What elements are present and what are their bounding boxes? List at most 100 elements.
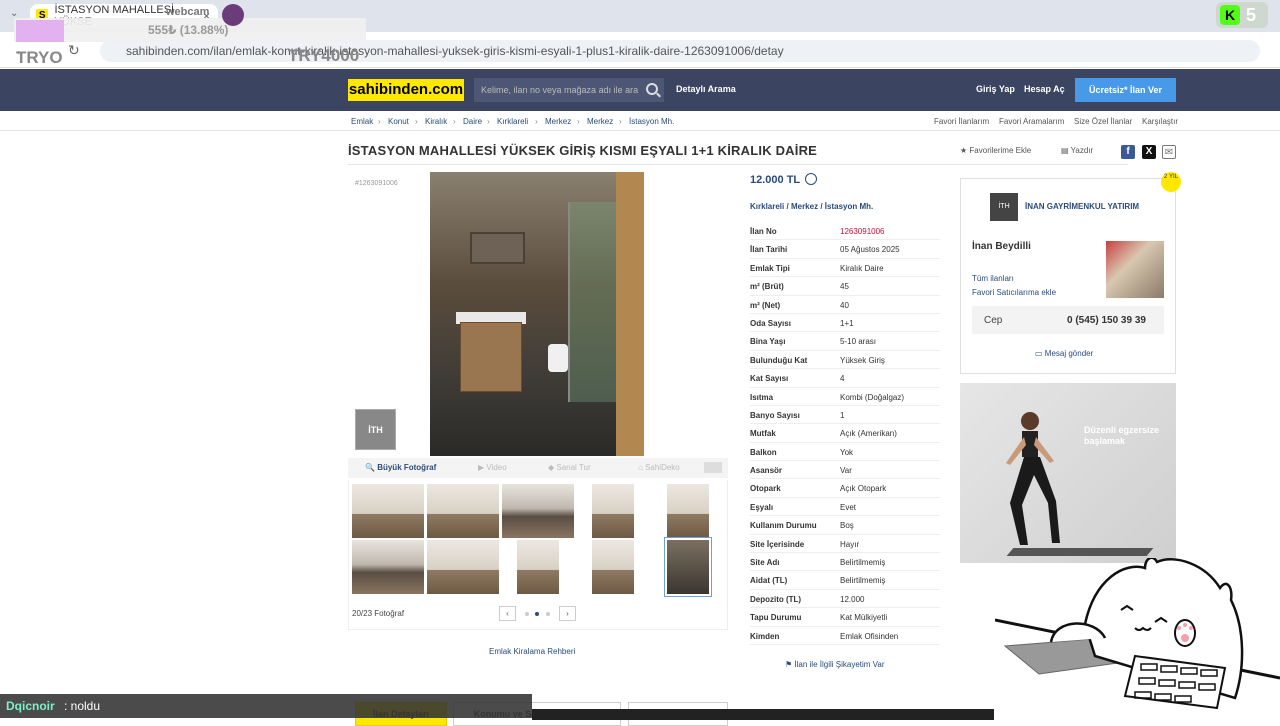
favorite-seller-link[interactable]: Favori Satıcılarıma ekle [972, 288, 1056, 297]
thumbnail[interactable] [502, 484, 574, 538]
thumbnail[interactable] [517, 540, 559, 594]
print-link[interactable]: ▤ Yazdır [1061, 146, 1093, 155]
kick-icon: K [1220, 5, 1240, 25]
complaint-link[interactable]: ⚑ İlan ile İlgili Şikayetim Var [785, 660, 885, 669]
viewer-count: 5 [1246, 4, 1257, 25]
thumbnail[interactable] [592, 484, 634, 538]
photo-shower-glass [568, 202, 618, 402]
ad-banner[interactable]: Düzenli egzersize başlamak [960, 383, 1176, 563]
table-row: Kimden Emlak Ofisinden [750, 627, 940, 645]
table-row: Kullanım Durumu Boş [750, 516, 940, 535]
breadcrumb-item[interactable]: Merkez [587, 117, 613, 126]
breadcrumb-item[interactable]: Emlak [351, 117, 373, 126]
compare-link[interactable]: Karşılaştır [1142, 117, 1178, 126]
search-icon[interactable] [646, 83, 658, 95]
seller-photo [1106, 241, 1164, 298]
breadcrumb-separator: › [415, 117, 418, 126]
location-district[interactable]: Merkez [791, 202, 818, 211]
seller-logo[interactable]: İTH [990, 193, 1018, 221]
table-row: Eşyalı Evet [750, 498, 940, 517]
pager-dot[interactable] [525, 612, 529, 616]
prev-photo-button[interactable]: ‹ [499, 606, 516, 621]
detail-value: Emlak Ofisinden [840, 631, 899, 641]
photo-mirror [470, 232, 525, 264]
thumbnail[interactable] [352, 540, 424, 594]
goal-text: 555₺ (13.88%) [148, 23, 229, 37]
thumbnail-selected[interactable] [664, 537, 712, 597]
detail-value: Yüksek Giriş [840, 355, 885, 365]
goal-end-label: TRY4000 [288, 46, 360, 65]
breadcrumb-item[interactable]: Kırklareli [497, 117, 528, 126]
membership-badge: 2 YIL [1161, 172, 1181, 192]
breadcrumb-item[interactable]: Kiralık [425, 117, 447, 126]
favorite-searches-link[interactable]: Favori Aramalarım [999, 117, 1064, 126]
email-share-icon[interactable]: ✉ [1162, 145, 1176, 159]
detail-value: Belirtilmemiş [840, 558, 886, 568]
reload-icon[interactable]: ↻ [68, 42, 80, 59]
thumbnail[interactable] [427, 484, 499, 538]
goal-progress-fill [16, 20, 64, 42]
thumbnail[interactable] [352, 484, 424, 538]
thumbnail-grid [348, 480, 728, 630]
pager-dot-active[interactable] [535, 612, 539, 616]
detail-key: Kimden [750, 631, 780, 641]
site-logo[interactable]: sahibinden.com [348, 79, 464, 101]
print-label: Yazdır [1070, 146, 1094, 155]
x-twitter-icon[interactable]: X [1142, 145, 1156, 159]
all-listings-link[interactable]: Tüm ilanları [972, 274, 1014, 283]
thumbnail[interactable] [667, 484, 709, 538]
tab-large-photo[interactable]: 🔍 Büyük Fotoğraf [365, 463, 436, 472]
add-favorites-link[interactable]: ★ Favorilerime Ekle [960, 146, 1031, 155]
thumbnail[interactable] [427, 540, 499, 594]
tab-new-badge [704, 462, 722, 473]
table-row: Kat Sayısı 4 [750, 369, 940, 388]
goal-start-label: TRYO [16, 48, 63, 67]
add-favorites-label: Favorilerime Ekle [969, 146, 1032, 155]
register-link[interactable]: Hesap Aç [1024, 84, 1065, 94]
tab-video[interactable]: ▶ Video [478, 463, 507, 472]
facebook-icon[interactable]: f [1121, 145, 1135, 159]
seller-firm-name[interactable]: İNAN GAYRİMENKUL YATIRIM [1025, 202, 1139, 211]
main-photo[interactable] [430, 172, 644, 456]
bongo-cat-overlay [995, 558, 1280, 710]
detailed-search-link[interactable]: Detaylı Arama [676, 84, 736, 94]
breadcrumb-separator: › [535, 117, 538, 126]
table-row: Site Adı Belirtilmemiş [750, 553, 940, 572]
tab-virtual-tour[interactable]: ◆ Sanal Tur [548, 463, 591, 472]
details-table: İlan No 1263091006 İlan Tarihi 05 Ağustos … [750, 222, 940, 645]
ad-text: Düzenli egzersize başlamak [1084, 425, 1160, 446]
send-message-link[interactable]: ▭ Mesaj gönder [1035, 349, 1093, 358]
detail-key: Aidat (TL) [750, 576, 788, 586]
free-ad-button[interactable]: Ücretsiz* İlan Ver [1075, 78, 1176, 102]
location-neighborhood[interactable]: İstasyon Mh. [825, 202, 873, 211]
breadcrumb-separator: › [577, 117, 580, 126]
price-history-icon[interactable] [805, 173, 817, 185]
search-input[interactable]: Kelime, ilan no veya mağaza adı ile ara [474, 78, 664, 102]
breadcrumb-item[interactable]: Konut [388, 117, 409, 126]
next-photo-button[interactable]: › [559, 606, 576, 621]
pager-dot[interactable] [546, 612, 550, 616]
thumbnail[interactable] [592, 540, 634, 594]
favorite-listings-link[interactable]: Favori İlanlarım [934, 117, 989, 126]
special-listings-link[interactable]: Size Özel İlanlar [1074, 117, 1132, 126]
breadcrumb-item[interactable]: İstasyon Mh. [629, 117, 674, 126]
login-link[interactable]: Giriş Yap [976, 84, 1015, 94]
webcam-avatar [222, 4, 244, 26]
location-city[interactable]: Kırklareli [750, 202, 784, 211]
tab-sahideko[interactable]: ⌂ SahiDeko [638, 463, 680, 472]
phone-number[interactable]: 0 (545) 150 39 39 [1067, 315, 1146, 326]
rental-guide-link[interactable]: Emlak Kiralama Rehberi [489, 647, 575, 656]
detail-key: Bina Yaşı [750, 337, 786, 347]
table-row: Bulunduğu Kat Yüksek Giriş [750, 351, 940, 370]
detail-value: Kiralık Daire [840, 263, 884, 273]
breadcrumb-item[interactable]: Merkez [545, 117, 571, 126]
listing-id-tag: #1263091006 [355, 180, 398, 187]
detail-key: Banyo Sayısı [750, 410, 800, 420]
photo-count: 20/23 Fotoğraf [352, 609, 405, 618]
photo-door [616, 172, 644, 456]
table-row: Site İçerisinde Hayır [750, 535, 940, 554]
breadcrumb-item[interactable]: Daire [463, 117, 482, 126]
chat-message: : noldu [64, 699, 101, 713]
url-bar[interactable]: sahibinden.com/ilan/emlak-konut-kiralik-… [100, 40, 1260, 62]
tab-large-photo-label: Büyük Fotoğraf [377, 463, 437, 472]
